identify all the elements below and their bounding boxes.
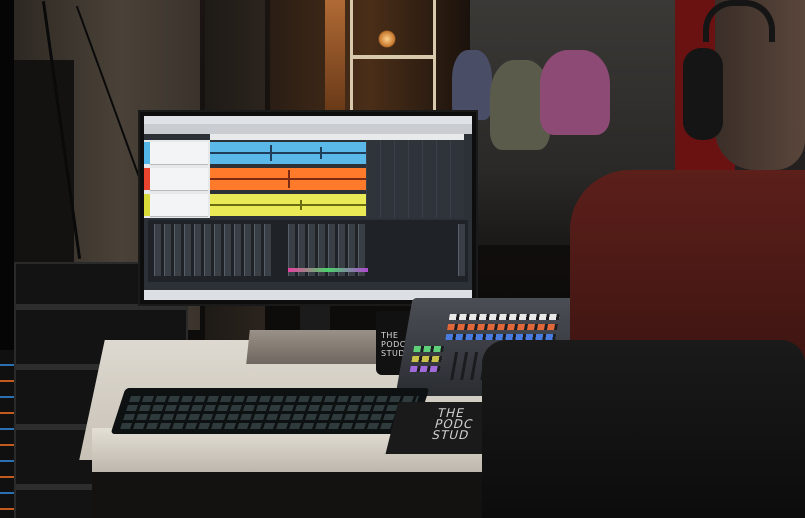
audio-clip-blue [210,142,366,164]
key-row [128,396,419,402]
engineer-shirt [570,170,805,360]
track-header [144,168,208,191]
monitor-stand [300,302,330,332]
button-row [446,324,559,330]
channel-strip [234,224,241,276]
track-color [144,142,150,164]
studio-photo: THE PODCAST STUDIOS THE PODC STUD [0,0,805,518]
waveform-peak [270,145,272,161]
key-row [126,405,416,411]
channel-color-bar [288,268,368,272]
channel-strip [204,224,211,276]
daw-screen [144,116,472,300]
channel-strip [254,224,261,276]
track-header [144,194,208,217]
channel-strip [224,224,231,276]
channel-strip [194,224,201,276]
channel-strip [164,224,171,276]
fader [460,352,469,380]
desk-under [92,472,487,518]
mousepad-text-line: STUD [430,428,471,442]
waveform [210,152,366,154]
channel-strip [154,224,161,276]
track-header [144,142,208,165]
shelf-board [350,55,436,59]
button-row [413,346,445,352]
track-color [144,194,150,216]
channel-strip [458,224,465,276]
fader [470,352,479,380]
lamp [378,30,396,48]
monitor-base [246,330,380,364]
channel-strip [174,224,181,276]
channel-strip [184,224,191,276]
channel-strip [244,224,251,276]
empty-timeline [366,140,464,218]
audio-clip-yellow [210,194,366,216]
person-host [540,50,610,135]
chair [482,340,805,518]
waveform [210,204,366,206]
key-row [123,414,414,420]
headphones-icon [683,48,723,140]
button-row [411,356,443,362]
button-row [409,366,441,372]
rack-lights [0,350,14,518]
channel-strip [214,224,221,276]
waveform-peak [288,170,290,188]
channel-strip [264,224,271,276]
menu-bar [144,116,472,124]
track-color [144,168,150,190]
headphones-band [703,0,775,42]
fader [450,352,459,380]
mixer-panel [148,220,468,282]
track-list [144,140,210,218]
audio-clip-red [210,168,366,190]
monitor [138,110,478,306]
button-row [448,314,560,320]
waveform-peak [320,147,322,159]
keyboard [110,388,430,434]
orange-light-strip [325,0,345,110]
waveform-peak [300,200,302,210]
toolbar [144,124,472,134]
mousepad-logo: THE PODC STUD [430,406,478,442]
key-row [120,423,411,429]
